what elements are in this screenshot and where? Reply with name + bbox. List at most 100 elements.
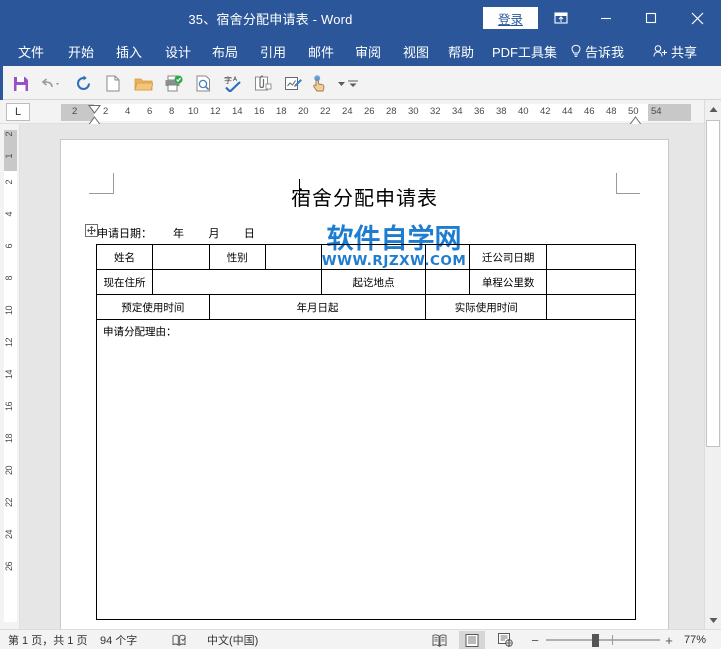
print-layout-icon[interactable] (459, 631, 485, 649)
scroll-up-icon[interactable] (705, 100, 721, 118)
tab-label: 开始 (68, 44, 95, 60)
cell-actual-value[interactable] (546, 294, 636, 320)
tab-mailings[interactable]: 邮件 (308, 36, 334, 66)
table-row[interactable]: 预定使用时间 年月日起 实际使用时间 (96, 294, 636, 320)
tab-label: PDF工具集 (492, 44, 558, 60)
attachment-icon[interactable] (252, 73, 274, 94)
customize-qat-icon[interactable] (342, 73, 364, 94)
ruler-number: 36 (474, 106, 485, 117)
cell-gender-value[interactable] (264, 244, 322, 270)
tab-file[interactable]: 文件 (18, 36, 44, 66)
vruler-number: 4 (4, 212, 14, 217)
lightbulb-icon (570, 44, 582, 58)
close-icon[interactable] (673, 0, 721, 36)
cell-km-value[interactable] (546, 269, 636, 295)
redo-icon[interactable] (72, 73, 94, 94)
vruler-number: 16 (4, 402, 14, 412)
tab-layout[interactable]: 布局 (212, 36, 238, 66)
print-preview-icon[interactable] (192, 73, 214, 94)
svg-text:字: 字 (224, 75, 232, 85)
share-button[interactable]: 共享 (653, 36, 697, 66)
language-indicator[interactable]: 中文(中国) (207, 630, 258, 649)
application-form-table[interactable]: 姓名 性别 迁公司日期 现在住所 起讫地点 单程公里数 预定使用时间 年月日起 … (96, 244, 636, 620)
document-page[interactable]: 宿舍分配申请表 申请日期： 年 月 日 软件自学网 WWW.RJZXW.COM … (61, 140, 668, 629)
cell-reason[interactable]: 申请分配理由： (96, 319, 636, 620)
zoom-out-button[interactable]: − (528, 630, 542, 649)
cell-route-label[interactable]: 起讫地点 (320, 269, 427, 295)
ruler-number: 8 (169, 106, 175, 117)
cell-planned-value[interactable]: 年月日起 (208, 294, 427, 320)
touch-mode-icon[interactable] (308, 73, 330, 94)
minimize-icon[interactable] (583, 0, 628, 36)
vertical-scrollbar[interactable] (704, 100, 721, 629)
scroll-down-icon[interactable] (705, 611, 721, 629)
quick-access-toolbar: 字 A (0, 66, 721, 100)
tab-pdf-tools[interactable]: PDF工具集 (492, 36, 557, 66)
tab-label: 插入 (116, 44, 143, 60)
cell-km-label[interactable]: 单程公里数 (469, 269, 548, 295)
tab-help[interactable]: 帮助 (448, 36, 474, 66)
tab-review[interactable]: 审阅 (355, 36, 381, 66)
cell-join-date-label[interactable]: 迁公司日期 (469, 244, 548, 270)
zoom-slider-track[interactable] (546, 639, 660, 641)
edit-chart-icon[interactable] (282, 73, 304, 94)
tab-references[interactable]: 引用 (260, 36, 286, 66)
zoom-level[interactable]: 77% (684, 630, 706, 649)
ruler-number: 6 (147, 106, 153, 117)
ruler-number: 42 (540, 106, 551, 117)
cell-address-label[interactable]: 现在住所 (96, 269, 153, 295)
new-document-icon[interactable] (102, 73, 124, 94)
proofing-icon[interactable] (172, 630, 186, 649)
scrollbar-thumb[interactable] (706, 120, 720, 447)
horizontal-ruler[interactable]: L 2 54 2 4 6 8 10 12 14 16 18 20 22 24 2… (0, 100, 721, 133)
tab-insert[interactable]: 插入 (116, 36, 142, 66)
cell-gender-label[interactable]: 性别 (208, 244, 266, 270)
ruler-number: 46 (584, 106, 595, 117)
tab-label: 审阅 (355, 44, 382, 60)
tab-label: 设计 (165, 44, 192, 60)
tab-label: 帮助 (448, 44, 475, 60)
table-row[interactable]: 现在住所 起讫地点 单程公里数 (96, 269, 636, 295)
sign-in-button[interactable]: 登录 (483, 7, 538, 29)
web-layout-icon[interactable] (492, 631, 518, 649)
spell-check-icon[interactable]: 字 A (222, 73, 244, 94)
cell-route-value[interactable] (425, 269, 471, 295)
vruler-number: 14 (4, 370, 14, 380)
save-icon[interactable] (10, 73, 32, 94)
tab-design[interactable]: 设计 (165, 36, 191, 66)
cell-address-value[interactable] (151, 269, 322, 295)
cell-actual-label[interactable]: 实际使用时间 (425, 294, 548, 320)
tell-me-box[interactable]: 告诉我 (570, 36, 624, 66)
vertical-ruler[interactable]: 2 1 2 4 6 8 10 12 14 16 18 20 22 24 26 (0, 124, 20, 629)
maximize-icon[interactable] (628, 0, 673, 36)
cell-spacer[interactable] (425, 244, 471, 270)
tab-home[interactable]: 开始 (68, 36, 94, 66)
tab-view[interactable]: 视图 (403, 36, 429, 66)
table-row[interactable]: 姓名 性别 迁公司日期 (96, 244, 636, 270)
table-row[interactable]: 申请分配理由： (96, 319, 636, 620)
print-icon[interactable] (162, 73, 184, 94)
zoom-slider-midpoint (612, 635, 613, 645)
ruler-number: 32 (430, 106, 441, 117)
svg-text:A: A (233, 76, 238, 83)
document-canvas[interactable]: 宿舍分配申请表 申请日期： 年 月 日 软件自学网 WWW.RJZXW.COM … (20, 124, 706, 629)
zoom-slider-thumb[interactable] (592, 634, 599, 647)
read-mode-icon[interactable] (426, 631, 452, 649)
cell-join-date-value[interactable] (546, 244, 636, 270)
tab-label: 视图 (403, 44, 430, 60)
cell-name-label[interactable]: 姓名 (96, 244, 153, 270)
ribbon-display-options-icon[interactable] (538, 0, 583, 36)
accent-stripe (0, 66, 3, 100)
tab-stop-selector[interactable]: L (6, 103, 30, 121)
cell-planned-label[interactable]: 预定使用时间 (96, 294, 210, 320)
cell-photo-area[interactable] (320, 244, 427, 270)
tab-label: 布局 (212, 44, 239, 60)
word-count[interactable]: 94 个字 (100, 630, 137, 649)
undo-icon[interactable] (40, 73, 62, 94)
open-folder-icon[interactable] (132, 73, 154, 94)
title-bar: 35、宿舍分配申请表 - Word 登录 (0, 0, 721, 36)
page-indicator[interactable]: 第 1 页，共 1 页 (8, 630, 87, 649)
zoom-in-button[interactable]: + (662, 630, 676, 649)
cell-name-value[interactable] (151, 244, 210, 270)
tab-label: 邮件 (308, 44, 335, 60)
